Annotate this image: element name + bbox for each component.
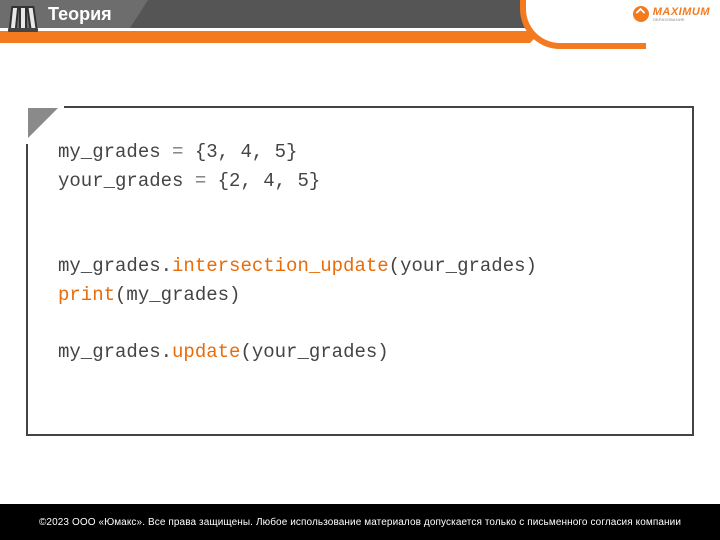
code-var: my_grades <box>58 141 161 163</box>
code-val: {3, 4, 5} <box>195 141 298 163</box>
footer: ©2023 ООО «Юмакс». Все права защищены. Л… <box>0 504 720 540</box>
code-dot: . <box>161 341 172 363</box>
brand-name: MAXIMUM <box>653 7 710 18</box>
code-builtin: print <box>58 284 115 306</box>
code-op: = <box>183 170 217 192</box>
code-obj: my_grades <box>58 341 161 363</box>
code-dot: . <box>161 255 172 277</box>
brand-logo: MAXIMUM ОБРАЗОВАНИЕ <box>633 6 710 22</box>
code-args: (your_grades) <box>240 341 388 363</box>
header-stripe-orange <box>0 31 530 43</box>
code-args: (your_grades) <box>389 255 537 277</box>
code-method: intersection_update <box>172 255 389 277</box>
header: Теория MAXIMUM ОБРАЗОВАНИЕ <box>0 0 720 38</box>
books-icon <box>8 2 40 34</box>
brand-tagline: ОБРАЗОВАНИЕ <box>653 18 710 22</box>
code-content: my_grades = {3, 4, 5} your_grades = {2, … <box>58 138 672 366</box>
code-args: (my_grades) <box>115 284 240 306</box>
code-op: = <box>161 141 195 163</box>
slide: Теория MAXIMUM ОБРАЗОВАНИЕ my_grades = {… <box>0 0 720 540</box>
brand-logo-mark-icon <box>633 6 649 22</box>
code-obj: my_grades <box>58 255 161 277</box>
brand-logo-text: MAXIMUM ОБРАЗОВАНИЕ <box>653 7 710 22</box>
code-box: my_grades = {3, 4, 5} your_grades = {2, … <box>26 106 694 436</box>
copyright-text: ©2023 ООО «Юмакс». Все права защищены. Л… <box>39 517 681 528</box>
code-var: your_grades <box>58 170 183 192</box>
page-title: Теория <box>48 4 112 25</box>
header-curve <box>520 0 640 43</box>
code-val: {2, 4, 5} <box>218 170 321 192</box>
code-method: update <box>172 341 240 363</box>
